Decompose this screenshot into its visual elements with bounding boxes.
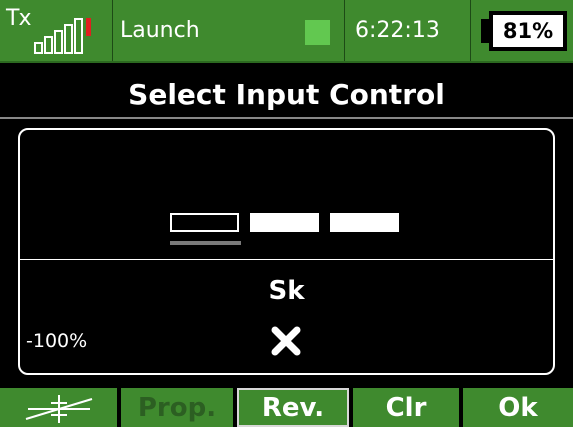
- title-divider: [0, 117, 573, 119]
- softkey-bar: Prop. Rev. Clr Ok: [0, 388, 573, 427]
- battery-icon: 81%: [481, 11, 567, 51]
- transmitter-signal: Tx: [0, 0, 112, 61]
- x-icon: [271, 326, 301, 356]
- model-status-indicator: [305, 20, 330, 45]
- clock-time: 6:22:13: [355, 18, 440, 43]
- slot-cursor: [170, 241, 241, 245]
- signal-bars-icon: [34, 18, 104, 54]
- input-control-panel: Sk -100%: [18, 128, 555, 375]
- status-bar: Tx Launch 6:22:13 81%: [0, 0, 573, 63]
- input-slot-3[interactable]: [330, 213, 399, 232]
- input-slot-1[interactable]: [170, 213, 239, 232]
- softkey-ok[interactable]: Ok: [463, 388, 573, 427]
- source-name: Sk: [268, 276, 305, 306]
- softkey-prop[interactable]: Prop.: [121, 388, 233, 427]
- page-title: Select Input Control: [128, 78, 445, 111]
- input-slot-2[interactable]: [250, 213, 319, 232]
- softkey-curve-trim[interactable]: [0, 388, 117, 427]
- model-name: Launch: [120, 18, 200, 43]
- softkey-clr[interactable]: Clr: [353, 388, 459, 427]
- panel-divider: [20, 259, 553, 260]
- battery-percent: 81%: [493, 15, 563, 47]
- tx-label: Tx: [6, 6, 31, 31]
- curve-trim-icon: [25, 394, 92, 423]
- control-value: -100%: [26, 330, 88, 352]
- clock-cell: 6:22:13: [353, 0, 463, 61]
- softkey-rev[interactable]: Rev.: [237, 388, 349, 427]
